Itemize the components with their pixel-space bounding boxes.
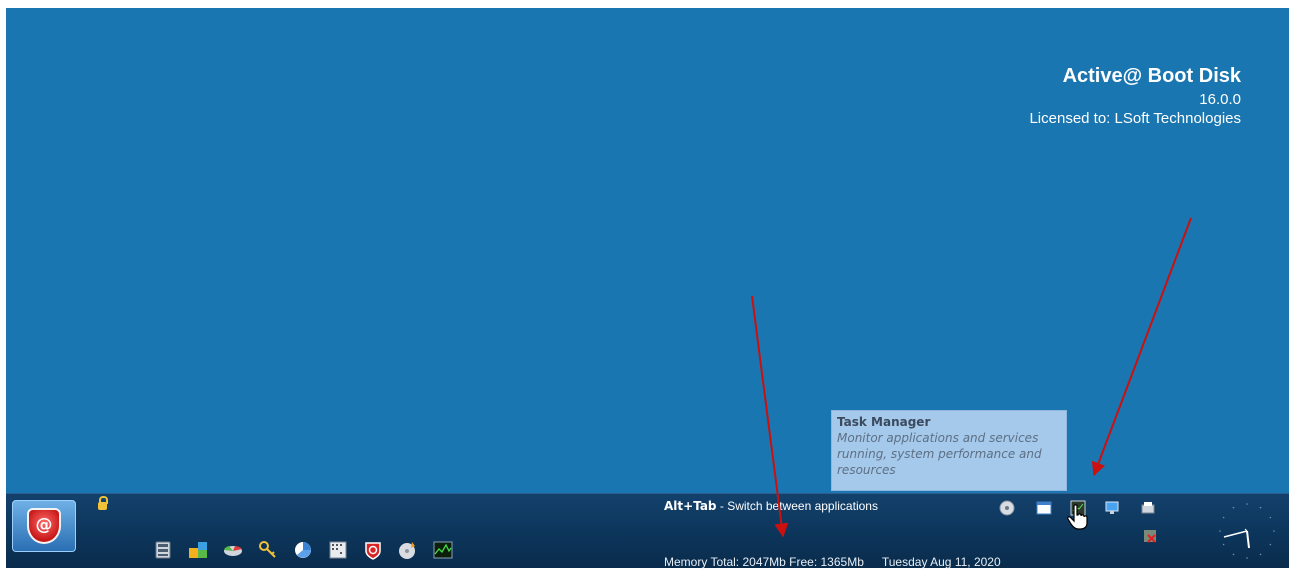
power-icon[interactable] [999, 500, 1015, 516]
network-disconnected-icon[interactable] [1142, 528, 1158, 544]
alt-tab-hint: Alt+Tab - Switch between applications [664, 499, 878, 513]
tooltip-description-line: resources [837, 463, 896, 477]
window-icon[interactable] [1036, 500, 1052, 516]
alt-tab-key: Alt+Tab [664, 499, 717, 513]
lock-icon[interactable] [98, 496, 108, 510]
hand-cursor-icon [1067, 504, 1088, 530]
active-boot-disk-logo-icon: @ [27, 508, 61, 544]
tooltip-description-line: Monitor applications and services [837, 431, 1039, 445]
desktop: Active@ Boot Disk 16.0.0 Licensed to: LS… [6, 8, 1289, 493]
tooltip-title: Task Manager [837, 415, 931, 429]
printer-icon[interactable] [1140, 500, 1156, 516]
alt-tab-description: - Switch between applications [716, 499, 878, 513]
file-manager-icon[interactable] [153, 540, 173, 560]
disk-burner-icon[interactable] [398, 540, 418, 560]
tooltip-description-line: running, system performance and [837, 447, 1042, 461]
branding: Active@ Boot Disk 16.0.0 Licensed to: LS… [1029, 64, 1241, 128]
license-text: Licensed to: LSoft Technologies [1029, 110, 1241, 127]
password-reset-icon[interactable] [258, 540, 278, 560]
product-version: 16.0.0 [1199, 91, 1241, 108]
taskbar: @ Alt+Tab - Switch between applications [6, 493, 1289, 569]
disk-image-icon[interactable] [223, 540, 243, 560]
product-title: Active@ Boot Disk [1062, 65, 1241, 87]
network-icon[interactable] [1104, 500, 1120, 516]
task-manager-tooltip: Task Manager Monitor applications and se… [831, 410, 1067, 491]
hex-editor-icon[interactable] [328, 540, 348, 560]
partition-manager-icon[interactable] [188, 540, 208, 560]
analog-clock[interactable] [1212, 496, 1282, 566]
disk-monitor-icon[interactable] [293, 540, 313, 560]
active-boot-disk-icon[interactable] [363, 540, 383, 560]
system-monitor-icon[interactable] [433, 540, 453, 560]
start-button[interactable]: @ [12, 500, 76, 552]
